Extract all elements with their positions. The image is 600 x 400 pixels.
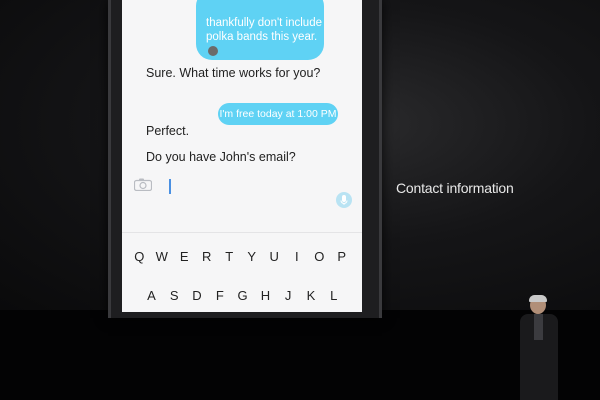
incoming-message: Do you have John's email?	[146, 150, 296, 164]
key-e[interactable]: E	[173, 249, 196, 264]
phone-screen: thankfully don't include polka bands thi…	[122, 0, 362, 312]
key-a[interactable]: A	[140, 288, 163, 303]
key-o[interactable]: O	[308, 249, 331, 264]
key-y[interactable]: Y	[241, 249, 264, 264]
outgoing-message-bubble: I'm free today at 1:00 PM	[218, 103, 338, 125]
outgoing-message-1-text: thankfully don't include polka bands thi…	[206, 17, 322, 43]
key-k[interactable]: K	[300, 288, 323, 303]
incoming-message: Sure. What time works for you?	[146, 66, 321, 80]
outgoing-message-bubble: thankfully don't include polka bands thi…	[196, 0, 324, 60]
key-f[interactable]: F	[208, 288, 231, 303]
outgoing-message-2-text: I'm free today at 1:00 PM	[219, 108, 337, 120]
presenter-shirt	[534, 314, 543, 340]
key-g[interactable]: G	[231, 288, 254, 303]
camera-icon[interactable]	[134, 178, 152, 191]
keyboard: Q W E R T Y U I O P A S D F G H J K L	[122, 232, 362, 312]
microphone-icon[interactable]	[336, 192, 352, 208]
feature-caption: Contact information	[396, 180, 514, 196]
outgoing-message-text: thankfully don't include polka bands thi…	[206, 16, 326, 58]
incoming-message: Perfect.	[146, 124, 190, 138]
key-j[interactable]: J	[277, 288, 300, 303]
key-u[interactable]: U	[263, 249, 286, 264]
key-w[interactable]: W	[151, 249, 174, 264]
emoji-icon	[208, 45, 218, 56]
stage-floor	[0, 310, 600, 400]
keyboard-row-2: A S D F G H J K L	[122, 288, 362, 303]
presenter-figure	[518, 295, 562, 400]
key-t[interactable]: T	[218, 249, 241, 264]
key-d[interactable]: D	[186, 288, 209, 303]
message-input-bar[interactable]	[122, 172, 362, 208]
key-l[interactable]: L	[322, 288, 345, 303]
keyboard-row-1: Q W E R T Y U I O P	[122, 249, 362, 264]
key-h[interactable]: H	[254, 288, 277, 303]
key-i[interactable]: I	[286, 249, 309, 264]
key-p[interactable]: P	[331, 249, 354, 264]
text-cursor	[169, 179, 171, 194]
key-s[interactable]: S	[163, 288, 186, 303]
key-q[interactable]: Q	[128, 249, 151, 264]
presenter-hair	[529, 295, 547, 302]
key-r[interactable]: R	[196, 249, 219, 264]
